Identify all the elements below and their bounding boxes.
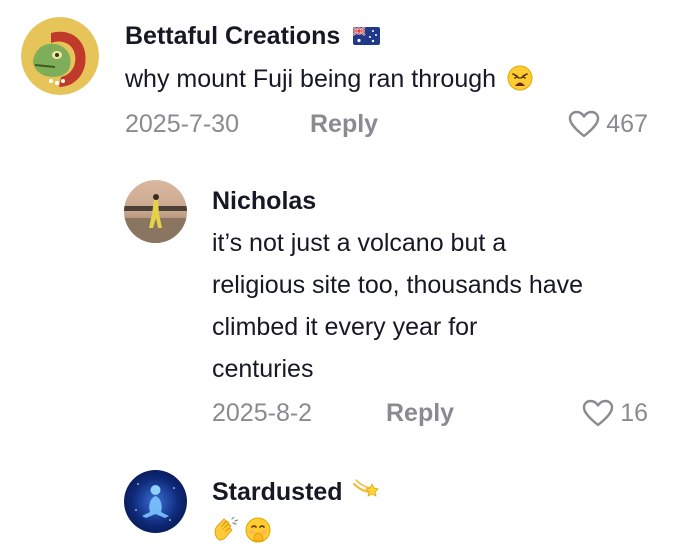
comment-text-line: religious site too, thousands have bbox=[212, 271, 584, 299]
clapping-hands-icon bbox=[212, 514, 239, 556]
comment-text: it’s not just a volcano but a religious … bbox=[212, 222, 583, 390]
comment-text: why mount Fuji being ran through bbox=[125, 58, 533, 104]
avatar-image bbox=[124, 470, 187, 533]
comment-item: Bettaful Creations why mount Fuji being … bbox=[0, 0, 674, 160]
comment-text-line: centuries bbox=[212, 355, 314, 383]
avatar-image bbox=[124, 180, 187, 243]
like-count: 467 bbox=[606, 110, 648, 138]
comment-username[interactable]: Bettaful Creations bbox=[125, 21, 381, 52]
like-button[interactable]: 467 bbox=[568, 109, 648, 139]
username-text: Bettaful Creations bbox=[125, 22, 341, 50]
like-count: 16 bbox=[620, 399, 648, 427]
avatar[interactable] bbox=[21, 17, 99, 95]
comment-reply-item: Stardusted bbox=[0, 440, 674, 558]
like-button[interactable]: 16 bbox=[582, 398, 648, 428]
heart-icon bbox=[568, 110, 600, 138]
comment-reply-item: Nicholas it’s not just a volcano but a r… bbox=[0, 160, 674, 440]
username-text: Stardusted bbox=[212, 478, 343, 506]
comment-text-content: why mount Fuji being ran through bbox=[125, 65, 497, 93]
comment-username[interactable]: Stardusted bbox=[212, 477, 380, 509]
comment-text-line: climbed it every year for bbox=[212, 313, 478, 341]
comment-date: 2025-8-2 bbox=[212, 399, 313, 427]
comment-date: 2025-7-30 bbox=[125, 110, 239, 138]
australia-flag-icon bbox=[352, 22, 381, 52]
avatar-image bbox=[21, 17, 99, 95]
avatar[interactable] bbox=[124, 470, 187, 533]
comment-text bbox=[212, 510, 271, 556]
comment-text-line: it’s not just a volcano but a bbox=[212, 229, 507, 257]
heart-icon bbox=[582, 399, 614, 427]
hand-over-mouth-face-icon bbox=[245, 514, 271, 556]
comment-username[interactable]: Nicholas bbox=[212, 186, 316, 216]
dizzy-icon bbox=[352, 478, 380, 509]
weary-face-icon bbox=[507, 62, 533, 104]
avatar[interactable] bbox=[124, 180, 187, 243]
reply-button[interactable]: Reply bbox=[386, 398, 454, 428]
reply-button[interactable]: Reply bbox=[310, 109, 378, 139]
